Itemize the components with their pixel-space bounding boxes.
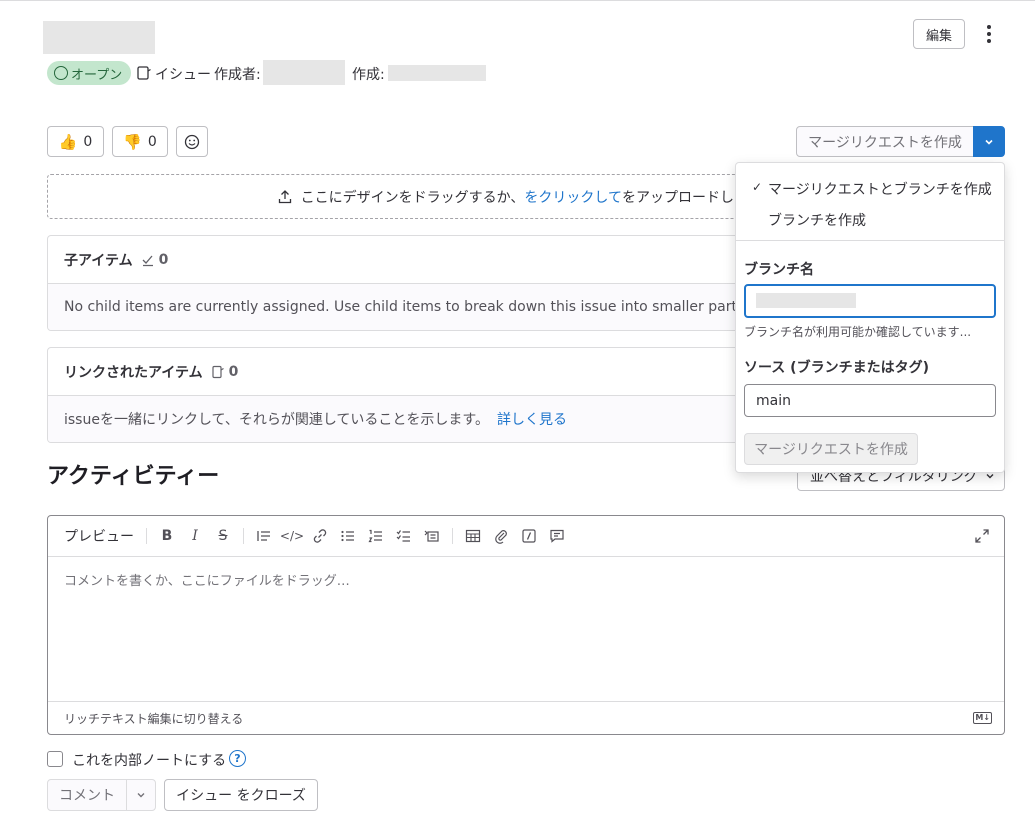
issue-title-redacted [43,21,155,54]
quote-icon[interactable] [250,524,278,548]
issue-link-icon [212,365,224,378]
task-list-icon[interactable] [390,524,418,548]
bullet-list-icon[interactable] [334,524,362,548]
submit-merge-request-button[interactable]: マージリクエストを作成 [744,433,918,465]
internal-note-checkbox[interactable] [47,751,63,767]
editor-footer: リッチテキスト編集に切り替える M↓ [48,701,1004,734]
linked-items-card: リンクされたアイテム 0 issueを一緒にリンクして、それらが関連していること… [47,347,747,443]
activity-heading: アクティビティー [47,464,220,489]
smiley-icon [184,134,200,149]
comment-input[interactable]: コメントを書くか、ここにファイルをドラッグ… [64,570,350,589]
check-icon: ✓ [752,180,763,194]
table-icon[interactable] [459,524,487,548]
option-create-mr-and-branch[interactable]: マージリクエストとブランチを作成 [768,179,992,199]
italic-icon[interactable]: I [181,524,209,548]
source-value: main [756,392,791,409]
author-label: 作成者: [214,67,261,83]
upload-suffix: をアップロードし [622,189,734,206]
link-icon[interactable] [306,524,334,548]
strikethrough-icon[interactable]: S [209,524,237,548]
source-label: ソース (ブランチまたはタグ) [744,360,929,376]
close-issue-button[interactable]: イシュー をクローズ [164,779,318,811]
collapsible-section-icon[interactable] [418,524,446,548]
thumbs-down-count: 0 [147,133,157,150]
thumbs-up-button[interactable]: 👍 0 [47,126,104,157]
branch-check-status: ブランチ名が利用可能か確認しています... [744,325,972,339]
linked-items-count: 0 [228,363,239,380]
check-list-icon [142,255,153,266]
child-items-empty-text: No child items are currently assigned. U… [48,284,746,330]
upload-icon [278,189,291,203]
internal-note-label: これを内部ノートにする [72,753,227,769]
attachment-icon[interactable] [487,524,515,548]
upload-click-link[interactable]: をクリックして [524,187,622,207]
edit-button[interactable]: 編集 [913,19,965,49]
thumbs-up-count: 0 [83,133,93,150]
add-reaction-button[interactable] [176,126,208,157]
option-create-branch[interactable]: ブランチを作成 [768,210,866,230]
child-items-count: 0 [158,251,169,268]
linked-items-body: issueを一緒にリンクして、それらが関連していることを示します。 詳しく見る [48,396,746,442]
child-items-title: 子アイテム [64,252,133,269]
issue-type-label: イシュー [155,67,211,83]
child-items-card: 子アイテム 0 No child items are currently ass… [47,235,747,331]
bold-icon[interactable]: B [153,524,181,548]
fullscreen-icon[interactable] [968,524,996,548]
chevron-down-icon [137,793,145,798]
child-items-header: 子アイテム 0 [48,236,746,284]
created-label: 作成: [352,67,385,83]
rich-text-toggle[interactable]: リッチテキスト編集に切り替える [64,710,243,727]
create-merge-request-button[interactable]: マージリクエストを作成 [796,126,974,157]
design-upload-dropzone[interactable]: ここにデザインをドラッグするか、 をクリックして をアップロードし [47,174,747,219]
more-actions-icon[interactable] [979,22,999,46]
comment-options-toggle[interactable] [126,779,156,811]
dropdown-divider [736,240,1004,241]
preview-tab[interactable]: プレビュー [64,526,134,546]
comment-template-icon[interactable] [543,524,571,548]
code-icon[interactable]: </> [278,524,306,548]
thumbs-down-icon: 👎 [123,132,142,151]
branch-name-input[interactable] [744,284,996,318]
linked-items-title: リンクされたアイテム [64,364,203,381]
linked-items-header: リンクされたアイテム 0 [48,348,746,396]
status-badge: オープン [47,61,131,85]
status-label: オープン [71,67,123,83]
comment-button[interactable]: コメント [47,779,127,811]
numbered-list-icon[interactable] [362,524,390,548]
author-name-redacted [263,60,345,85]
branch-name-value-redacted [756,293,856,308]
status-open-icon [54,66,68,80]
thumbs-up-icon: 👍 [58,132,78,151]
issue-type-icon [136,65,152,81]
linked-items-text: issueを一緒にリンクして、それらが関連していることを示します。 [64,412,490,428]
thumbs-down-button[interactable]: 👎 0 [112,126,168,157]
merge-request-dropdown: ✓ マージリクエストとブランチを作成 ブランチを作成 ブランチ名 ブランチ名が利… [735,162,1005,473]
help-icon[interactable]: ? [229,750,246,767]
merge-request-dropdown-toggle[interactable] [973,126,1005,157]
created-date-redacted [388,65,486,81]
source-input[interactable]: main [744,384,996,417]
upload-prefix: ここにデザインをドラッグするか、 [300,189,525,206]
learn-more-link[interactable]: 詳しく見る [497,409,567,429]
chevron-down-icon [985,139,993,145]
top-divider [0,0,1035,1]
comment-editor: プレビュー B I S </> コメントを書くか、ここにファイルをドラッグ… リ… [47,515,1005,735]
markdown-icon: M↓ [973,712,992,724]
quick-action-icon[interactable] [515,524,543,548]
branch-name-label: ブランチ名 [744,262,814,278]
editor-toolbar: プレビュー B I S </> [48,516,1004,557]
